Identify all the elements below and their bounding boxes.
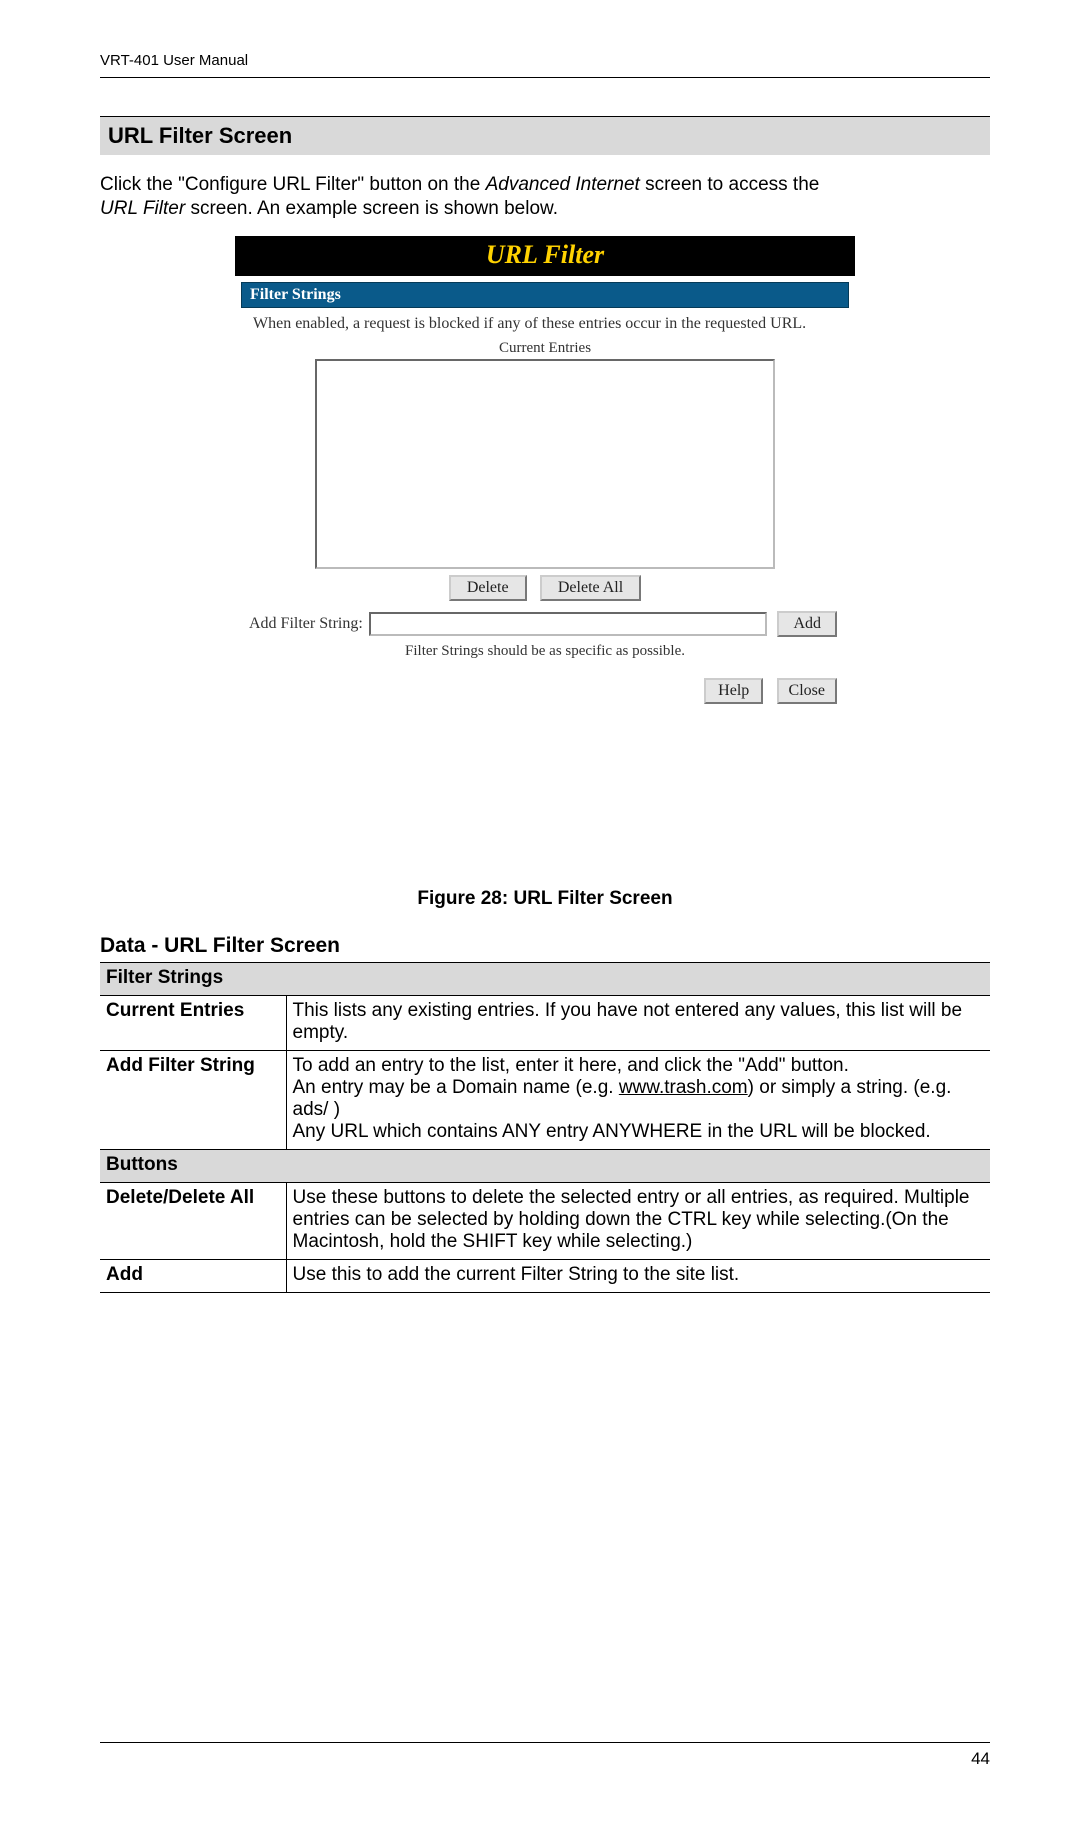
mock-section-header: Filter Strings bbox=[241, 282, 849, 308]
help-button[interactable]: Help bbox=[704, 678, 763, 704]
intro-text: screen to access the bbox=[640, 174, 820, 195]
intro-text: screen. An example screen is shown below… bbox=[185, 198, 558, 219]
group-filter-strings: Filter Strings bbox=[100, 962, 990, 995]
afs-text-b1: An entry may be a Domain name (e.g. bbox=[293, 1077, 619, 1098]
row-body-delete: Use these buttons to delete the selected… bbox=[286, 1182, 990, 1259]
data-section-title: Data - URL Filter Screen bbox=[100, 934, 990, 958]
current-entries-listbox[interactable] bbox=[315, 359, 775, 569]
example-domain-link[interactable]: www.trash.com bbox=[619, 1077, 748, 1098]
mock-description: When enabled, a request is blocked if an… bbox=[235, 314, 855, 336]
intro-paragraph: Click the "Configure URL Filter" button … bbox=[100, 173, 990, 222]
header-rule bbox=[100, 77, 990, 78]
figure-caption: Figure 28: URL Filter Screen bbox=[100, 888, 990, 910]
add-filter-string-label: Add Filter String: bbox=[249, 615, 363, 633]
doc-header: VRT-401 User Manual bbox=[100, 52, 990, 73]
mock-title: URL Filter bbox=[486, 240, 604, 269]
row-body-current-entries: This lists any existing entries. If you … bbox=[286, 995, 990, 1050]
afs-text-a: To add an entry to the list, enter it he… bbox=[293, 1055, 849, 1076]
mock-titlebar: URL Filter bbox=[235, 236, 855, 276]
section-title: URL Filter Screen bbox=[100, 116, 990, 155]
page-footer: 44 bbox=[100, 1733, 990, 1770]
row-label-current-entries: Current Entries bbox=[100, 995, 286, 1050]
row-label-add-filter-string: Add Filter String bbox=[100, 1050, 286, 1149]
delete-button[interactable]: Delete bbox=[449, 575, 527, 601]
page-number: 44 bbox=[100, 1749, 990, 1769]
delete-all-button[interactable]: Delete All bbox=[540, 575, 641, 601]
add-button[interactable]: Add bbox=[777, 611, 837, 637]
row-body-add-filter-string: To add an entry to the list, enter it he… bbox=[286, 1050, 990, 1149]
afs-text-c: Any URL which contains ANY entry ANYWHER… bbox=[293, 1121, 931, 1142]
row-label-add: Add bbox=[100, 1259, 286, 1292]
group-buttons: Buttons bbox=[100, 1149, 990, 1182]
row-label-delete: Delete/Delete All bbox=[100, 1182, 286, 1259]
intro-italic-2: URL Filter bbox=[100, 198, 185, 219]
add-filter-string-input[interactable] bbox=[369, 612, 768, 636]
intro-text: Click the "Configure URL Filter" button … bbox=[100, 174, 486, 195]
data-table: Filter Strings Current Entries This list… bbox=[100, 962, 990, 1293]
footer-rule bbox=[100, 1742, 990, 1743]
close-button[interactable]: Close bbox=[777, 678, 837, 704]
mock-hint: Filter Strings should be as specific as … bbox=[235, 639, 855, 678]
intro-italic-1: Advanced Internet bbox=[486, 174, 640, 195]
url-filter-mock: URL Filter Filter Strings When enabled, … bbox=[235, 236, 855, 708]
current-entries-label: Current Entries bbox=[235, 340, 855, 357]
row-body-add: Use this to add the current Filter Strin… bbox=[286, 1259, 990, 1292]
